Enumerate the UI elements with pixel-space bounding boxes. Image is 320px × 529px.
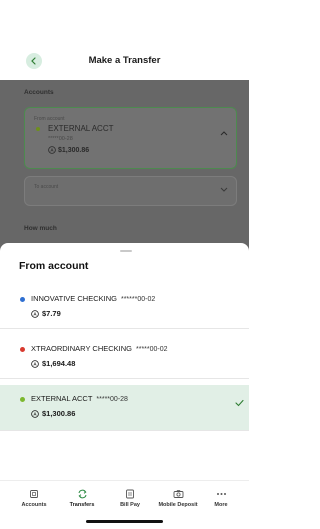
transfers-icon [78, 489, 86, 498]
account-balance: $1,300.86 [42, 409, 76, 418]
account-color-dot [20, 397, 25, 402]
sheet-title: From account [19, 260, 89, 272]
from-account-balance: $1,300.86 [58, 146, 90, 154]
balance-icon: A [31, 359, 39, 368]
from-account-card[interactable]: From account EXTERNAL ACCT *****00-28 A … [24, 107, 237, 169]
bottom-tab-bar: Accounts Transfers Bill Pay Mobile Depos… [0, 480, 249, 518]
from-account-name: EXTERNAL ACCT [48, 124, 114, 133]
app-header: Make a Transfer [0, 0, 249, 80]
bill-pay-icon [126, 489, 134, 498]
to-account-label: To account [34, 184, 59, 190]
account-balance-row: A $1,300.86 [31, 409, 75, 418]
tab-bill-pay[interactable]: Bill Pay [105, 488, 155, 508]
to-account-card[interactable]: To account [24, 176, 237, 206]
account-balance-row: A $1,694.48 [31, 359, 75, 368]
tab-accounts[interactable]: Accounts [9, 488, 59, 508]
account-mask: *****00-02 [136, 346, 168, 353]
account-color-dot [20, 347, 25, 352]
balance-icon: A [31, 409, 39, 418]
tab-label: Bill Pay [120, 502, 140, 508]
account-name: XTRAORDINARY CHECKING [31, 344, 132, 353]
accounts-section-label: Accounts [24, 89, 54, 96]
account-balance-row: A $7.79 [31, 309, 61, 318]
account-color-dot [36, 127, 40, 131]
sheet-drag-handle[interactable] [120, 250, 132, 252]
account-name: INNOVATIVE CHECKING [31, 294, 117, 303]
home-indicator [86, 520, 163, 523]
tab-more[interactable]: More [201, 488, 241, 508]
account-mask: *****00-28 [96, 396, 128, 403]
from-account-mask: *****00-28 [48, 136, 73, 142]
checkmark-icon [235, 399, 244, 407]
camera-icon [173, 489, 183, 498]
account-option-xtraordinary-checking[interactable]: XTRAORDINARY CHECKING *****00-02 A $1,694… [0, 335, 249, 379]
page-title: Make a Transfer [88, 55, 161, 66]
account-mask: ******00-02 [120, 296, 156, 303]
accounts-icon [30, 489, 38, 498]
from-account-balance-row: A $1,300.86 [48, 146, 89, 154]
account-name-row: XTRAORDINARY CHECKING *****00-02 [31, 344, 168, 353]
chevron-down-icon [220, 187, 228, 192]
account-option-external-acct[interactable]: EXTERNAL ACCT *****00-28 A $1,300.86 [0, 385, 249, 431]
tab-label: Mobile Deposit [158, 502, 198, 508]
balance-icon: A [31, 309, 39, 318]
tab-label: Transfers [69, 502, 95, 508]
svg-text:A: A [33, 361, 37, 366]
more-icon [216, 492, 226, 495]
tab-transfers[interactable]: Transfers [57, 488, 107, 508]
svg-text:A: A [33, 411, 37, 416]
account-name-row: INNOVATIVE CHECKING ******00-02 [31, 294, 155, 303]
svg-text:A: A [33, 311, 37, 316]
balance-icon: A [48, 146, 56, 154]
account-balance: $7.79 [42, 309, 61, 318]
tab-mobile-deposit[interactable]: Mobile Deposit [153, 488, 203, 508]
account-name: EXTERNAL ACCT [31, 394, 93, 403]
how-much-label: How much [24, 225, 57, 232]
svg-text:A: A [50, 148, 54, 153]
tab-label: More [214, 502, 228, 508]
from-account-label: From account [34, 116, 65, 122]
account-name-row: EXTERNAL ACCT *****00-28 [31, 394, 128, 403]
account-balance: $1,694.48 [42, 359, 76, 368]
account-color-dot [20, 297, 25, 302]
account-option-innovative-checking[interactable]: INNOVATIVE CHECKING ******00-02 A $7.79 [0, 285, 249, 329]
chevron-up-icon [220, 131, 228, 136]
tab-label: Accounts [21, 502, 47, 508]
